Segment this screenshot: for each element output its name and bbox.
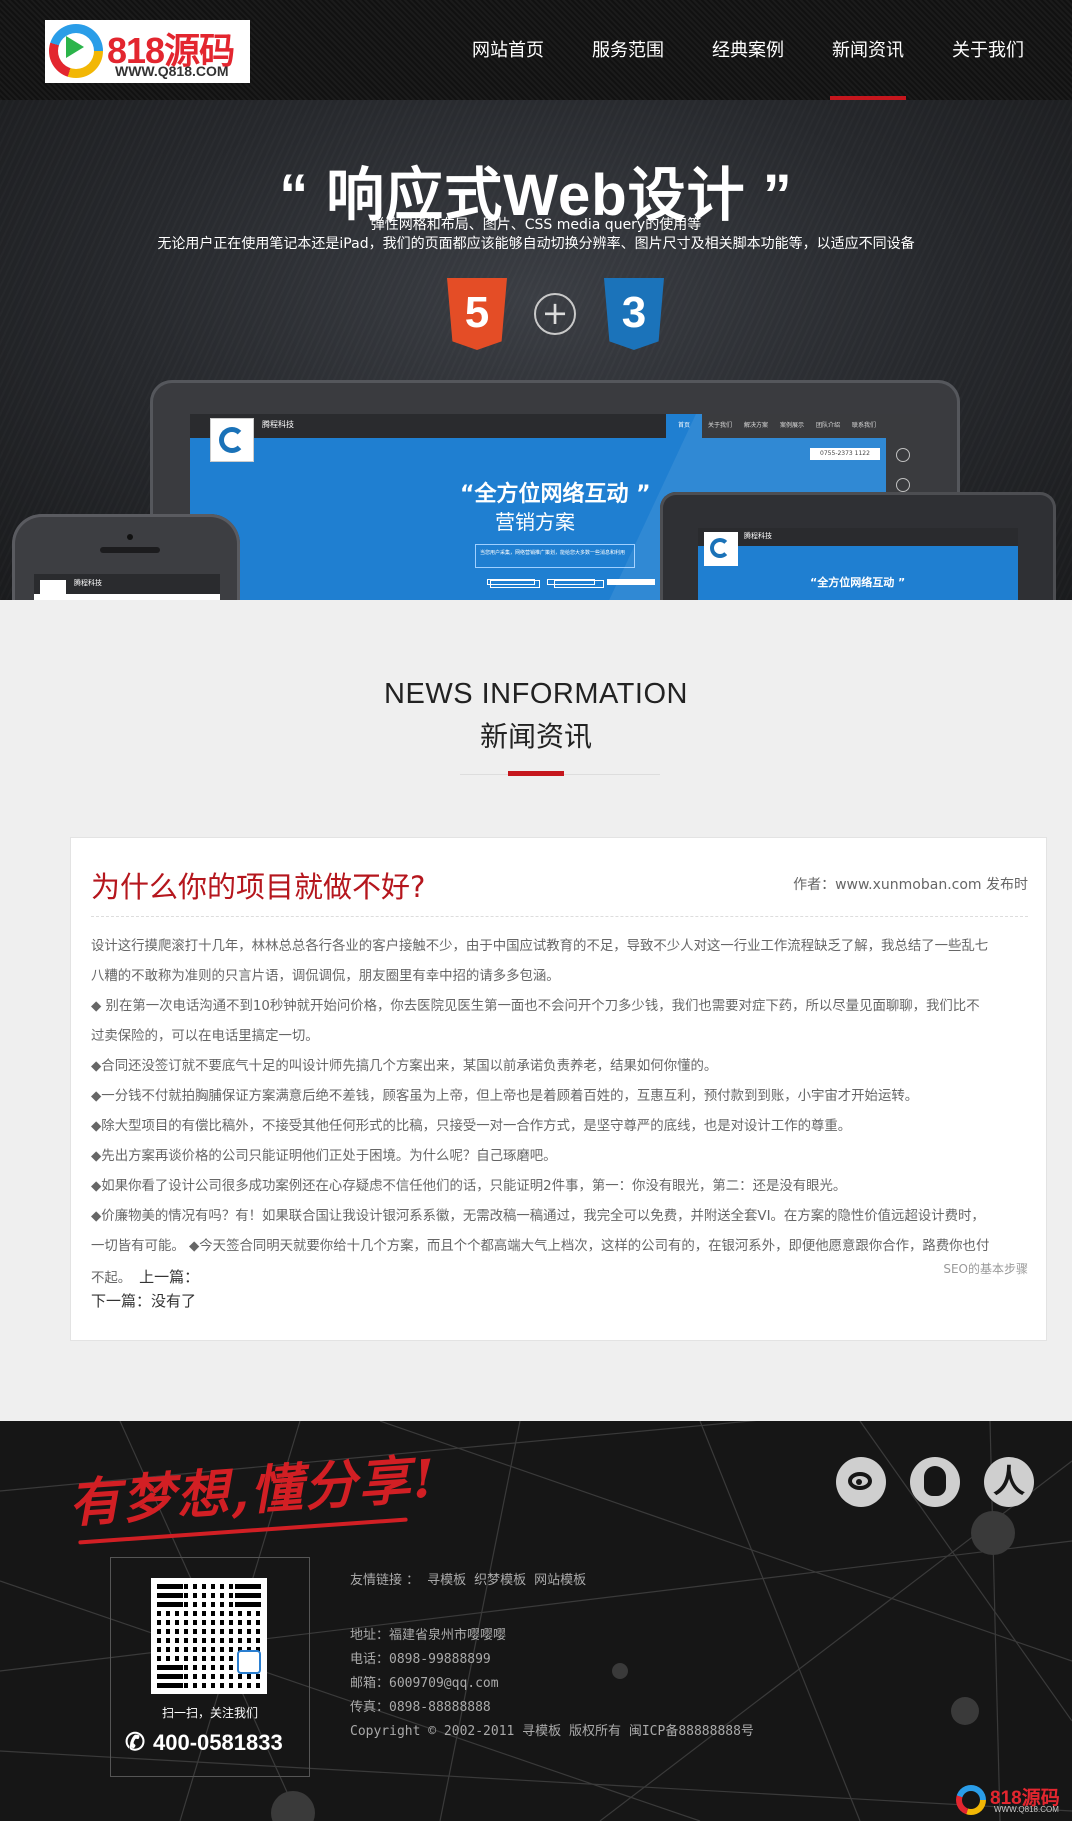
slider-pagination [487,579,655,585]
footer-copyright: Copyright © 2002-2011 寻模板 版权所有 闽ICP备8888… [350,1724,754,1739]
article-paragraph: ◆一分钱不付就拍胸脯保证方案满意后绝不差钱，顾客虽为上帝，但上帝也是着顾着百姓的… [91,1089,919,1104]
article-paragraph: 一切皆有可能。 ◆今天签合同明天就要你给十几个方案，而且个个都高端大气上档次，这… [91,1239,990,1254]
qr-contact-box: 扫一扫，关注我们 ✆ 400-0581833 [110,1557,310,1777]
slider-dot-1[interactable] [487,579,535,585]
article-divider [91,916,1028,917]
friend-links-label: 友情链接 ： [350,1573,420,1588]
footer-fax: 传真：0898-88888888 [350,1700,491,1715]
friend-link-xunmoban[interactable]: 寻模板 [427,1569,466,1588]
mock-textbox: 当您用户采集，网络营销推广策划，能给您大多数一些消息和利用 [475,544,635,568]
section-title-en: NEWS INFORMATION [384,678,688,710]
weibo-button[interactable] [836,1457,886,1507]
mock-logo-icon [219,427,245,453]
slider-dot-2[interactable] [547,579,595,585]
section-title-cn: 新闻资讯 [479,720,592,753]
site-footer: 有梦想,懂分享! 人 扫一扫，关注我们 ✆ 400-0581833 友情链接 ： … [0,1421,1072,1821]
social-links: 人 [836,1457,1034,1507]
tablet-screen: 腾程科技 “全方位网络互动 ” [698,528,1018,600]
article-body: 设计这行摸爬滚打十几年，林林总总各行各业的客户接触不少，由于中国应试教育的不足，… [91,932,1021,1294]
mock-headline-sub: 营销方案 [495,510,575,534]
article-paragraph: ◆除大型项目的有偿比稿外，不接受其他任何形式的比稿，只接受一对一合作方式，是坚守… [91,1119,852,1134]
footer-email: 邮箱：6009709@qq.com [350,1676,499,1691]
footer-phone: 电话：0898-99888899 [350,1652,491,1667]
phone-brand: 腾程科技 [74,579,102,587]
prev-article-link[interactable]: 上一篇： [139,1268,199,1286]
article-paragraph-last: 不起。 上一篇： [91,1262,1021,1294]
hotline: ✆ 400-0581833 [125,1728,297,1757]
logo-url: WWW.Q818.COM [115,63,229,79]
slider-dot-3[interactable] [607,579,655,585]
tablet-logo [704,532,738,566]
article-paragraph: ◆合同还没签订就不要底气十足的叫设计师先搞几个方案出来，某国以前承诺负责养老，结… [91,1059,718,1074]
phone-camera [127,534,133,540]
site-logo[interactable]: 818源码 WWW.Q818.COM [45,20,250,83]
article-paragraph: 过卖保险的，可以在电话里搞定一切。 [91,1029,319,1044]
phone-icon: ✆ [125,1729,146,1756]
friend-links: 友情链接 ： 寻模板 织梦模板 网站模板 [350,1569,754,1588]
nav-item-home[interactable]: 网站首页 [448,0,568,100]
qq-button[interactable] [910,1457,960,1507]
phone-logo [40,580,66,600]
phone-mockup: 腾程科技 [12,514,240,600]
article-last-line: 不起。 [91,1271,132,1286]
article-paragraph: ◆价廉物美的情况有吗？有！如果联合国让我设计银河系系徽，无需改稿一稿通过，我完全… [91,1209,985,1224]
article-paragraph: 八糟的不敢称为准则的只言片语，调侃调侃，朋友圈里有幸中招的请多多包涵。 [91,969,560,984]
qr-avatar-icon [237,1650,261,1674]
article-paragraph: ◆ 别在第一次电话沟通不到10秒钟就开始问价格，你去医院见医生第一面也不会问开个… [91,999,980,1014]
footer-address: 地址：福建省泉州市嘤嘤嘤 [350,1628,507,1643]
article-title: 为什么你的项目就做不好? [91,870,426,904]
banner-subtitle: 弹性网格和布局、图片、CSS media query的使用等 [370,217,702,233]
nav-item-news[interactable]: 新闻资讯 [808,0,928,100]
article-card: 为什么你的项目就做不好? 作者：www.xunmoban.com 发布时 设计这… [70,837,1047,1341]
article-paragraph: ◆先出方案再谈价格的公司只能证明他们正处于困境。为什么呢？自己琢磨吧。 [91,1149,557,1164]
next-article-link[interactable]: 下一篇：没有了 [91,1290,196,1311]
section-accent-bar [508,771,564,776]
css3-icon: 3 [604,278,664,350]
nav-item-cases[interactable]: 经典案例 [688,0,808,100]
main-nav: 网站首页 服务范围 经典案例 新闻资讯 关于我们 [448,0,1048,100]
article-meta: 作者：www.xunmoban.com 发布时 [793,877,1028,893]
watermark-url: WWW.Q818.COM [994,1805,1059,1814]
related-article-link[interactable]: SEO的基本步骤 [943,1260,1028,1277]
mock-brand: 腾程科技 [262,420,294,429]
tablet-brand: 腾程科技 [744,532,772,540]
html5-icon: 5 [447,278,507,350]
tablet-mockup: 腾程科技 “全方位网络互动 ” [660,492,1056,600]
weibo-icon [848,1472,872,1490]
article-paragraph: 设计这行摸爬滚打十几年，林林总总各行各业的客户接触不少，由于中国应试教育的不足，… [91,939,989,954]
nav-item-services[interactable]: 服务范围 [568,0,688,100]
mock-logo [210,418,254,462]
hotline-number: 400-0581833 [153,1730,283,1755]
site-header: 818源码 WWW.Q818.COM 网站首页 服务范围 经典案例 新闻资讯 关… [0,0,1072,100]
watermark-logo: 818源码 WWW.Q818.COM [954,1781,1066,1817]
tablet-headline: “全方位网络互动 ” [810,576,906,589]
phone-screen: 腾程科技 [34,574,220,600]
renren-icon: 人 [992,1462,1025,1500]
banner-description: 无论用户正在使用笔记本还是iPad，我们的页面都应该能够自动切换分辨率、图片尺寸… [157,236,915,252]
nav-item-about[interactable]: 关于我们 [928,0,1048,100]
renren-button[interactable]: 人 [984,1457,1034,1507]
footer-info: 友情链接 ： 寻模板 织梦模板 网站模板 地址：福建省泉州市嘤嘤嘤 电话：089… [350,1569,754,1744]
plus-icon: + [534,293,576,335]
friend-link-dedecms[interactable]: 织梦模板 [474,1569,526,1588]
watermark-play-icon [956,1785,986,1815]
friend-link-templates[interactable]: 网站模板 [534,1569,586,1588]
phone-speaker [100,547,160,553]
qr-code [151,1578,267,1694]
tablet-logo-icon [710,538,730,558]
play-icon [66,36,84,58]
mock-headline: “全方位网络互动 ” [460,482,651,507]
hero-banner: “ 响应式Web设计 ” 弹性网格和布局、图片、CSS media query的… [0,100,1072,600]
article-paragraph: ◆如果你看了设计公司很多成功案例还在心存疑虑不信任他们的话，只能证明2件事，第一… [91,1179,847,1194]
qr-caption: 扫一扫，关注我们 [161,1706,258,1720]
qq-icon [924,1466,946,1496]
